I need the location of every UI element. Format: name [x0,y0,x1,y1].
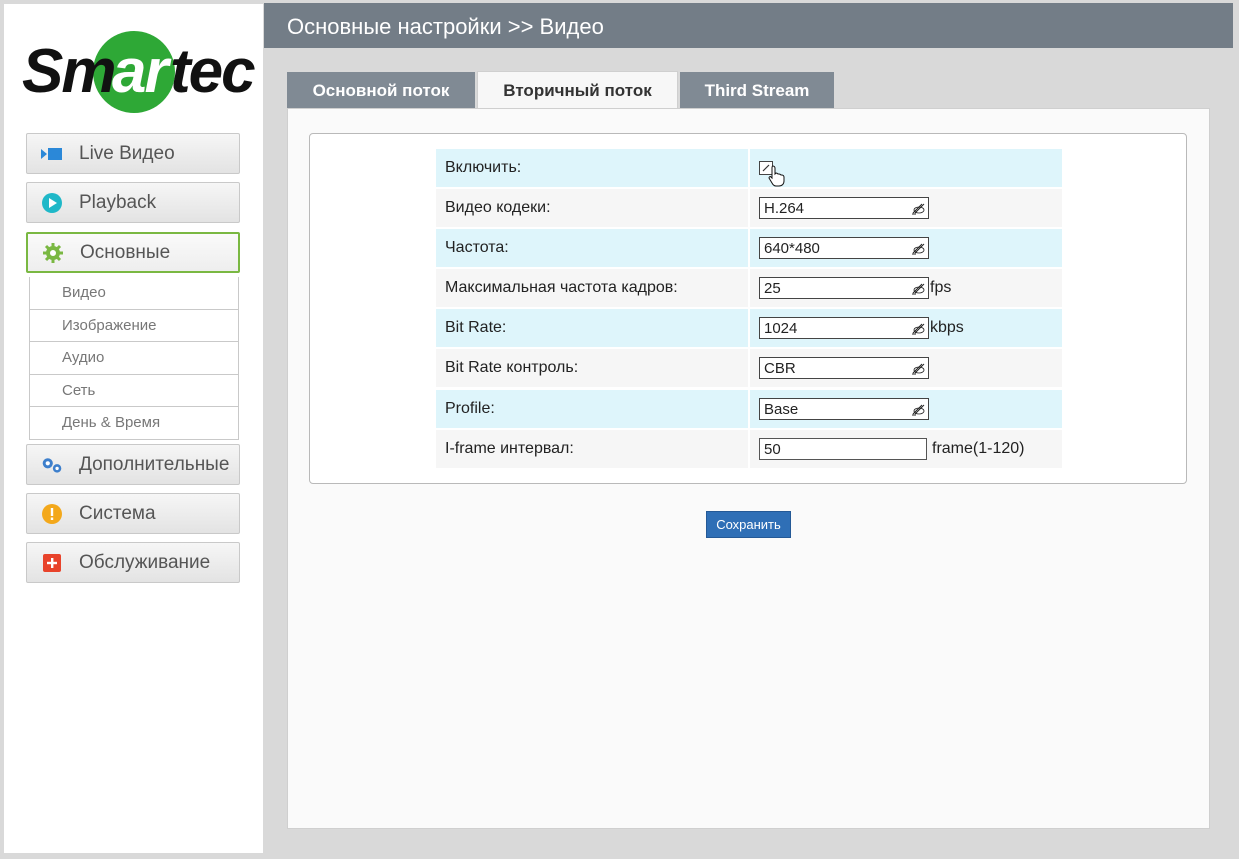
gear-icon [42,242,64,264]
bitrate-row: Bit Rate: 1024 kbps [436,309,1062,347]
svg-text:ar: ar [112,37,171,106]
max-fps-value: 25 [764,279,781,297]
codec-value: H.264 [764,199,805,217]
bitrate-label: Bit Rate: [436,309,748,347]
bitrate-control-select[interactable]: CBR [759,357,929,379]
bitrate-control-row: Bit Rate контроль: CBR [436,349,1062,387]
iframe-unit: frame(1-120) [932,440,1025,457]
hand-cursor-icon [768,165,785,187]
tab-secondary-stream[interactable]: Вторичный поток [477,71,678,109]
play-icon [41,192,63,214]
nav-maintenance-button[interactable]: Обслуживание [26,542,240,583]
nav-playback-label: Playback [79,191,157,213]
warning-icon [41,503,63,525]
tab-main-stream[interactable]: Основной поток [287,72,475,109]
nav-system-label: Система [79,502,156,524]
page-header: Основные настройки >> Видео [264,3,1233,48]
resolution-value: 640*480 [764,239,820,257]
codec-label: Видео кодеки: [436,189,748,227]
edit-pen-icon [912,404,925,416]
bitrate-control-value: CBR [764,359,796,377]
edit-pen-icon [912,323,925,335]
profile-label: Profile: [436,390,748,428]
edit-pen-icon [912,283,925,295]
submenu-item-network[interactable]: Сеть [30,374,238,407]
gears-icon [41,454,63,476]
max-fps-select[interactable]: 25 [759,277,929,299]
nav-maintenance-label: Обслуживание [79,551,211,573]
plus-icon [41,552,63,574]
smartec-logo: Sm ar tec [22,31,256,113]
nav-playback-button[interactable]: Playback [26,182,240,223]
max-fps-label: Максимальная частота кадров: [436,269,748,307]
resolution-select[interactable]: 640*480 [759,237,929,259]
submenu-item-datetime[interactable]: День & Время [30,407,238,440]
iframe-value: 50 [764,440,781,458]
nav-advanced-button[interactable]: Дополнительные [26,444,240,485]
bitrate-control-label: Bit Rate контроль: [436,349,748,387]
iframe-input[interactable]: 50 [759,438,927,460]
max-fps-unit: fps [930,279,952,296]
resolution-row: Частота: 640*480 [436,229,1062,267]
max-fps-row: Максимальная частота кадров: 25 fps [436,269,1062,307]
bitrate-value: 1024 [764,319,798,337]
submenu-item-audio[interactable]: Аудио [30,342,238,375]
nav-advanced-label: Дополнительные [79,453,230,475]
camera-icon [41,143,63,165]
enable-label: Включить: [436,149,748,187]
svg-text:Sm: Sm [22,37,114,106]
codec-row: Видео кодеки: H.264 [436,189,1062,227]
nav-basic-label: Основные [80,241,171,263]
profile-row: Profile: Base [436,390,1062,428]
edit-pen-icon [912,363,925,375]
save-button[interactable]: Сохранить [706,511,791,538]
iframe-label: I-frame интервал: [436,430,748,468]
edit-pen-icon [912,243,925,255]
tab-third-stream[interactable]: Third Stream [680,72,834,109]
profile-value: Base [764,400,799,418]
submenu-item-video[interactable]: Видео [30,277,238,310]
nav-live-video-label: Live Видео [79,142,175,164]
iframe-row: I-frame интервал: 50 frame(1-120) [436,430,1062,468]
sidebar: Sm ar tec Live Видео Playback Основные В… [4,4,263,853]
stream-settings-form: Включить: Видео кодеки: H.264 Частота: 6… [309,133,1187,484]
edit-pen-icon [912,203,925,215]
content-panel: Включить: Видео кодеки: H.264 Частота: 6… [287,108,1210,829]
nav-system-button[interactable]: Система [26,493,240,534]
svg-text:tec: tec [170,37,255,106]
basic-submenu: Видео Изображение Аудио Сеть День & Врем… [29,277,239,440]
nav-live-video-button[interactable]: Live Видео [26,133,240,174]
enable-row: Включить: [436,149,1062,187]
codec-select[interactable]: H.264 [759,197,929,219]
resolution-label: Частота: [436,229,748,267]
nav-basic-button[interactable]: Основные [26,232,240,273]
bitrate-select[interactable]: 1024 [759,317,929,339]
submenu-item-image[interactable]: Изображение [30,309,238,342]
page-title: Основные настройки >> Видео [287,14,604,39]
profile-select[interactable]: Base [759,398,929,420]
bitrate-unit: kbps [930,319,964,336]
